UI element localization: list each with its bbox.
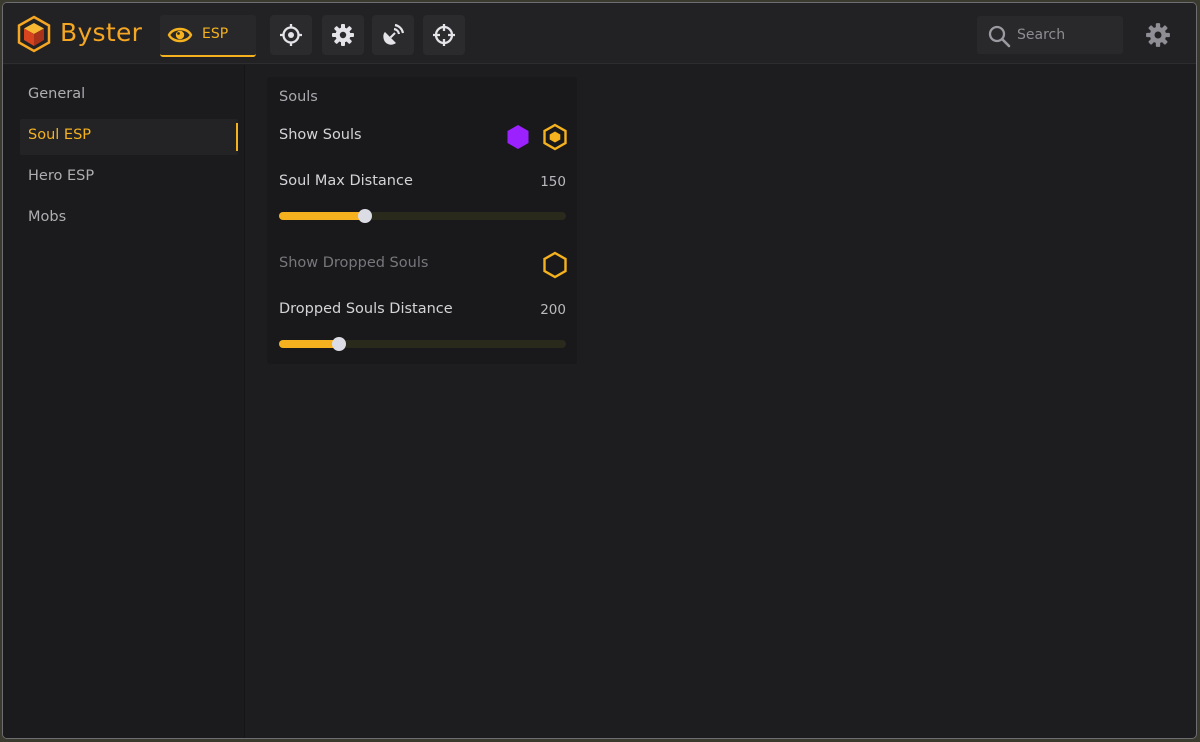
crosshair-icon bbox=[433, 24, 455, 46]
sidebar-item-soul-esp[interactable]: Soul ESP bbox=[20, 119, 238, 155]
sidebar-item-label: Soul ESP bbox=[28, 127, 92, 143]
tab-settings[interactable] bbox=[322, 15, 364, 55]
soul-max-distance-slider[interactable] bbox=[279, 209, 566, 223]
tab-radar[interactable] bbox=[372, 15, 414, 55]
sidebar-item-mobs[interactable]: Mobs bbox=[20, 201, 238, 237]
tab-esp[interactable]: ESP bbox=[160, 15, 256, 57]
slider-fill bbox=[279, 212, 365, 220]
sidebar-item-label: General bbox=[28, 86, 86, 102]
settings-gear-icon bbox=[332, 24, 354, 46]
dropped-souls-distance-value: 200 bbox=[540, 302, 566, 318]
sidebar-item-label: Hero ESP bbox=[28, 168, 95, 184]
search-icon bbox=[988, 25, 1011, 48]
target-icon bbox=[280, 24, 302, 46]
tab-crosshair[interactable] bbox=[423, 15, 465, 55]
show-dropped-souls-label: Show Dropped Souls bbox=[279, 255, 429, 271]
gear-icon[interactable] bbox=[1145, 22, 1171, 48]
show-dropped-souls-toggle[interactable] bbox=[541, 251, 569, 279]
search-box[interactable] bbox=[977, 16, 1123, 54]
slider-thumb[interactable] bbox=[332, 337, 346, 351]
top-bar: Byster ESP bbox=[3, 3, 1196, 64]
dropped-souls-distance-label: Dropped Souls Distance bbox=[279, 301, 453, 317]
radar-icon bbox=[383, 23, 405, 45]
soul-max-distance-label: Soul Max Distance bbox=[279, 173, 413, 189]
show-souls-label: Show Souls bbox=[279, 127, 362, 143]
sidebar-item-hero-esp[interactable]: Hero ESP bbox=[20, 160, 238, 196]
soul-max-distance-value: 150 bbox=[540, 174, 566, 190]
eye-icon bbox=[167, 27, 193, 43]
sidebar-item-label: Mobs bbox=[28, 209, 67, 225]
tab-aim[interactable] bbox=[270, 15, 312, 55]
slider-fill bbox=[279, 340, 339, 348]
show-souls-toggle[interactable] bbox=[541, 123, 569, 151]
dropped-souls-distance-slider[interactable] bbox=[279, 337, 566, 351]
color-picker-swatch[interactable] bbox=[504, 123, 532, 151]
tab-esp-label: ESP bbox=[202, 26, 229, 42]
sidebar-item-general[interactable]: General bbox=[20, 78, 238, 114]
souls-panel: Souls Show Souls Soul Max Distance 150 S… bbox=[267, 77, 577, 364]
brand-name: Byster bbox=[60, 18, 143, 47]
sidebar: General Soul ESP Hero ESP Mobs bbox=[3, 65, 245, 738]
app-window: Byster ESP Search General Soul ESP Hero … bbox=[2, 2, 1197, 739]
search-input[interactable] bbox=[1017, 24, 1117, 46]
slider-thumb[interactable] bbox=[358, 209, 372, 223]
byster-logo bbox=[17, 15, 51, 53]
panel-title: Souls bbox=[279, 89, 318, 105]
